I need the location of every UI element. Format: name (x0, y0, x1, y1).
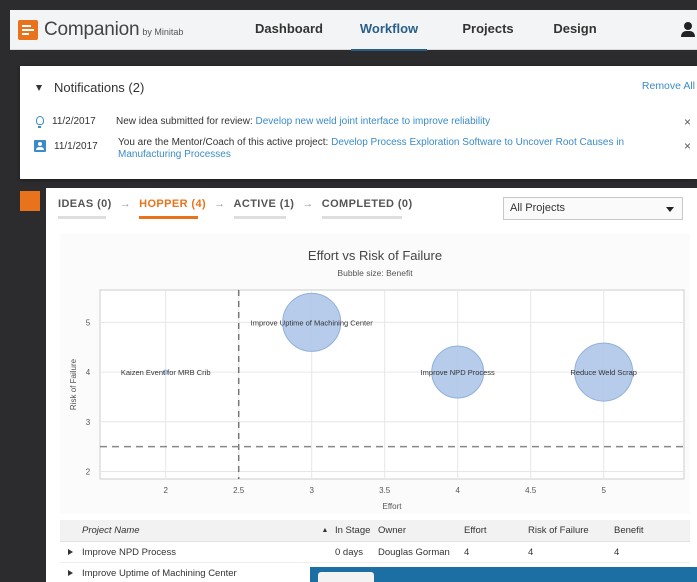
companion-logo-icon (18, 19, 38, 40)
notification-text: You are the Mentor/Coach of this active … (118, 137, 332, 148)
nav-dashboard[interactable]: Dashboard (249, 10, 329, 50)
y-tick-label: 2 (86, 468, 91, 477)
expand-row-icon[interactable] (60, 547, 82, 558)
bubble-label: Improve NPD Process (421, 368, 495, 377)
stage-label: ACTIVE (1) (233, 198, 295, 210)
stage-hopper[interactable]: HOPPER (4) (139, 198, 207, 219)
notification-item: 11/2/2017 New idea submitted for review:… (34, 116, 666, 128)
expand-row-icon[interactable] (60, 568, 82, 579)
x-tick-label: 3.5 (379, 486, 391, 495)
nav-projects[interactable]: Projects (453, 10, 523, 50)
cell-effort: 4 (464, 546, 470, 558)
notifications-panel: Notifications (2) Remove All 11/2/2017 N… (20, 66, 697, 179)
collapse-triangle-icon (36, 84, 42, 91)
main-nav: Dashboard Workflow Projects Design (249, 10, 605, 51)
chevron-down-icon (666, 207, 674, 212)
y-tick-label: 4 (86, 368, 91, 377)
stage-label: HOPPER (4) (139, 198, 207, 210)
brand-name: Companion (44, 18, 140, 40)
notifications-title: Notifications (2) (54, 80, 145, 95)
x-tick-label: 4.5 (525, 486, 537, 495)
cell-in-stage: 0 days (335, 546, 363, 558)
lightbulb-icon (36, 116, 44, 128)
col-benefit[interactable]: Benefit (614, 525, 674, 536)
notification-message: New idea submitted for review: Develop n… (116, 116, 666, 128)
x-tick-label: 3 (309, 486, 314, 495)
x-tick-label: 2 (163, 486, 168, 495)
arrow-right-icon: → (214, 198, 226, 210)
cell-risk: 4 (528, 546, 534, 558)
filter-selected-value: All Projects (510, 202, 566, 214)
x-tick-label: 2.5 (233, 486, 245, 495)
notification-text: New idea submitted for review: (116, 116, 256, 127)
person-badge-icon (34, 140, 46, 152)
stage-label: COMPLETED (0) (321, 198, 413, 210)
stage-ideas[interactable]: IDEAS (0) (58, 198, 112, 219)
stage-pipeline: IDEAS (0) → HOPPER (4) → ACTIVE (1) → CO… (58, 198, 413, 219)
table-row[interactable]: Improve NPD Process 0 days Douglas Gorma… (60, 542, 690, 563)
dismiss-close-icon[interactable]: × (684, 139, 691, 153)
notification-link[interactable]: Develop new weld joint interface to impr… (256, 116, 491, 127)
notification-date: 11/2/2017 (52, 116, 96, 127)
top-navigation-bar: Companion by Minitab Dashboard Workflow … (10, 10, 697, 51)
col-project-name[interactable]: Project Name (82, 525, 315, 536)
y-tick-label: 3 (86, 418, 91, 427)
arrow-right-icon: → (119, 198, 132, 210)
stage-active[interactable]: ACTIVE (1) (233, 198, 295, 219)
x-axis-label: Effort (383, 502, 403, 511)
col-risk[interactable]: Risk of Failure (528, 525, 614, 536)
cell-benefit: 4 (614, 546, 620, 558)
bubble-label: Improve Uptime of Machining Center (251, 318, 374, 327)
notification-message: You are the Mentor/Coach of this active … (118, 137, 668, 161)
cell-owner: Douglas Gorman (378, 546, 450, 558)
cell-project-name: Improve NPD Process (82, 546, 176, 558)
stage-label: IDEAS (0) (58, 198, 112, 210)
col-effort[interactable]: Effort (464, 525, 528, 536)
y-axis-label: Risk of Failure (69, 358, 78, 410)
y-tick-label: 5 (86, 318, 91, 327)
nav-design[interactable]: Design (545, 10, 605, 50)
sort-asc-icon[interactable]: ▲ (315, 527, 335, 534)
col-in-stage[interactable]: In Stage (335, 525, 378, 536)
bubble-chart: Effort vs Risk of Failure Bubble size: B… (60, 234, 690, 514)
workflow-main: IDEAS (0) → HOPPER (4) → ACTIVE (1) → CO… (46, 188, 697, 582)
table-header: Project Name ▲ In Stage Owner Effort Ris… (60, 520, 690, 542)
sidebar-toggle-button[interactable] (20, 191, 40, 211)
bubble-label: Kaizen Event for MRB Crib (121, 368, 211, 377)
remove-all-link[interactable]: Remove All (642, 80, 695, 92)
stage-completed[interactable]: COMPLETED (0) (321, 198, 413, 219)
brand-subtitle: by Minitab (142, 27, 184, 37)
nav-workflow[interactable]: Workflow (351, 10, 427, 51)
project-filter-select[interactable]: All Projects (503, 197, 683, 220)
notifications-toggle[interactable]: Notifications (2) (36, 80, 144, 95)
notification-item: 11/1/2017 You are the Mentor/Coach of th… (34, 137, 668, 161)
col-owner[interactable]: Owner (378, 525, 464, 536)
x-tick-label: 5 (601, 486, 606, 495)
x-tick-label: 4 (455, 486, 460, 495)
app-logo[interactable]: Companion by Minitab (18, 19, 183, 41)
user-account-icon[interactable] (681, 22, 695, 38)
chart-svg: 2 2.5 3 3.5 4 4.5 5 2 3 4 5 Effort Risk of Failure Ka… (69, 289, 685, 511)
cell-project-name: Improve Uptime of Machining Center (82, 567, 237, 579)
notification-date: 11/1/2017 (54, 141, 98, 152)
bottom-panel (310, 567, 697, 582)
dismiss-close-icon[interactable]: × (684, 115, 691, 129)
bubble-label: Reduce Weld Scrap (570, 368, 637, 377)
panel-tab[interactable] (318, 572, 374, 582)
arrow-right-icon: → (302, 198, 314, 210)
